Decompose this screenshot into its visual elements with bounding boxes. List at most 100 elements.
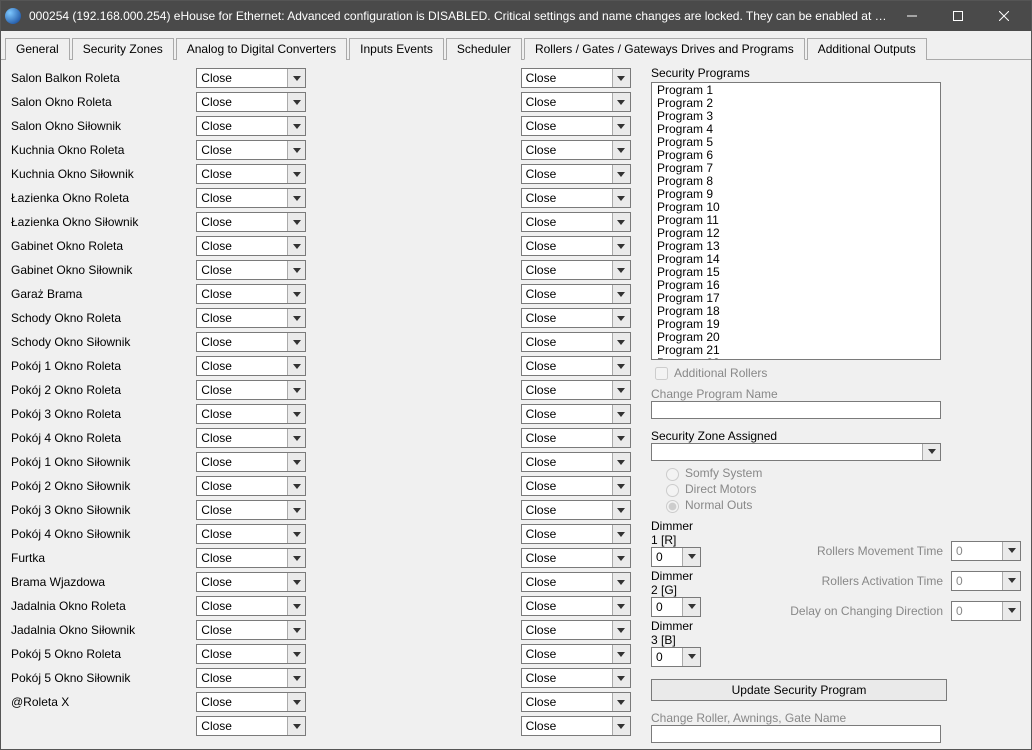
dimmer-3-label: Dimmer 3 [B] xyxy=(651,619,701,647)
roller-action-select[interactable]: Close xyxy=(196,428,306,448)
roller-action-select[interactable]: Close xyxy=(521,140,631,160)
roller-action-select[interactable]: Close xyxy=(521,404,631,424)
roller-action-select[interactable]: Close xyxy=(521,668,631,688)
roller-action-select[interactable]: Close xyxy=(521,644,631,664)
roller-label: Kuchnia Okno Siłownik xyxy=(11,162,196,186)
rollers-activation-time-label: Rollers Activation Time xyxy=(822,574,943,588)
tab-additional-outputs[interactable]: Additional Outputs xyxy=(807,38,927,60)
maximize-button[interactable] xyxy=(935,1,981,31)
dimmer-1-select[interactable]: 0 xyxy=(651,547,701,567)
roller-action-select[interactable]: Close xyxy=(196,644,306,664)
change-roller-name-input[interactable] xyxy=(651,725,941,743)
roller-action-select[interactable]: Close xyxy=(521,260,631,280)
security-programs-listbox[interactable]: Program 1Program 2Program 3Program 4Prog… xyxy=(651,82,941,360)
roller-label: Pokój 5 Okno Roleta xyxy=(11,642,196,666)
roller-action-select[interactable]: Close xyxy=(196,164,306,184)
roller-action-select[interactable]: Close xyxy=(196,620,306,640)
roller-label: @Roleta X xyxy=(11,690,196,714)
roller-action-select[interactable]: Close xyxy=(196,68,306,88)
roller-action-select[interactable]: Close xyxy=(196,308,306,328)
roller-action-select[interactable]: Close xyxy=(196,356,306,376)
roller-action-select[interactable]: Close xyxy=(521,524,631,544)
roller-action-select[interactable]: Close xyxy=(196,716,306,736)
roller-action-select[interactable]: Close xyxy=(196,692,306,712)
roller-action-select[interactable]: Close xyxy=(521,548,631,568)
dimmer-3-select[interactable]: 0 xyxy=(651,647,701,667)
security-zone-assigned-select[interactable] xyxy=(651,443,941,461)
right-panel: Security Programs Program 1Program 2Prog… xyxy=(641,66,1021,743)
roller-action-select[interactable]: Close xyxy=(196,476,306,496)
roller-action-select[interactable]: Close xyxy=(521,284,631,304)
roller-action-select[interactable]: Close xyxy=(196,140,306,160)
roller-action-select[interactable]: Close xyxy=(521,188,631,208)
tab-analog-to-digital-converters[interactable]: Analog to Digital Converters xyxy=(176,38,347,60)
roller-action-select[interactable]: Close xyxy=(196,404,306,424)
tab-general[interactable]: General xyxy=(5,38,70,60)
roller-action-select[interactable]: Close xyxy=(521,452,631,472)
additional-rollers-label: Additional Rollers xyxy=(674,366,767,380)
roller-action-select[interactable]: Close xyxy=(521,116,631,136)
dimmer-2-label: Dimmer 2 [G] xyxy=(651,569,701,597)
roller-action-select[interactable]: Close xyxy=(521,500,631,520)
update-security-program-button[interactable]: Update Security Program xyxy=(651,679,947,701)
dimmer-1-label: Dimmer 1 [R] xyxy=(651,519,701,547)
roller-label: Pokój 4 Okno Roleta xyxy=(11,426,196,450)
roller-action-select[interactable]: Close xyxy=(521,476,631,496)
roller-label: Pokój 1 Okno Roleta xyxy=(11,354,196,378)
security-programs-label: Security Programs xyxy=(651,66,1021,80)
program-item[interactable]: Program 22 xyxy=(653,357,939,360)
roller-action-select[interactable]: Close xyxy=(196,116,306,136)
roller-action-select[interactable]: Close xyxy=(521,716,631,736)
tab-content: Salon Balkon RoletaSalon Okno RoletaSalo… xyxy=(1,60,1031,749)
roller-action-select[interactable]: Close xyxy=(196,332,306,352)
app-window: 000254 (192.168.000.254) eHouse for Ethe… xyxy=(0,0,1032,750)
tab-bar: GeneralSecurity ZonesAnalog to Digital C… xyxy=(1,31,1031,60)
roller-action-select[interactable]: Close xyxy=(521,212,631,232)
roller-action-select[interactable]: Close xyxy=(521,428,631,448)
change-program-name-input[interactable] xyxy=(651,401,941,419)
roller-action-select[interactable]: Close xyxy=(521,236,631,256)
close-button[interactable] xyxy=(981,1,1027,31)
dimmer-2-select[interactable]: 0 xyxy=(651,597,701,617)
roller-action-select[interactable]: Close xyxy=(521,308,631,328)
additional-rollers-checkbox xyxy=(655,367,668,380)
roller-action-select[interactable]: Close xyxy=(196,668,306,688)
roller-action-select[interactable]: Close xyxy=(521,620,631,640)
tab-security-zones[interactable]: Security Zones xyxy=(72,38,174,60)
roller-action-select[interactable]: Close xyxy=(521,692,631,712)
roller-action-select[interactable]: Close xyxy=(521,332,631,352)
roller-action-select[interactable]: Close xyxy=(196,548,306,568)
roller-label: Salon Okno Roleta xyxy=(11,90,196,114)
roller-action-select[interactable]: Close xyxy=(196,380,306,400)
window-title: 000254 (192.168.000.254) eHouse for Ethe… xyxy=(29,9,889,23)
roller-action-select[interactable]: Close xyxy=(521,92,631,112)
roller-label: Pokój 3 Okno Siłownik xyxy=(11,498,196,522)
roller-label: Kuchnia Okno Roleta xyxy=(11,138,196,162)
roller-action-select[interactable]: Close xyxy=(196,452,306,472)
tab-scheduler[interactable]: Scheduler xyxy=(446,38,522,60)
minimize-button[interactable] xyxy=(889,1,935,31)
change-roller-name-label: Change Roller, Awnings, Gate Name xyxy=(651,711,1021,725)
tab-rollers-gates-gateways-drives-and-programs[interactable]: Rollers / Gates / Gateways Drives and Pr… xyxy=(524,38,805,60)
roller-action-select[interactable]: Close xyxy=(196,92,306,112)
roller-action-select[interactable]: Close xyxy=(521,68,631,88)
roller-action-select[interactable]: Close xyxy=(196,212,306,232)
roller-label: Gabinet Okno Siłownik xyxy=(11,258,196,282)
roller-action-select[interactable]: Close xyxy=(196,188,306,208)
roller-action-select[interactable]: Close xyxy=(521,380,631,400)
roller-action-select[interactable]: Close xyxy=(521,596,631,616)
roller-action-select[interactable]: Close xyxy=(196,524,306,544)
roller-action-select[interactable]: Close xyxy=(196,500,306,520)
roller-label: Pokój 4 Okno Siłownik xyxy=(11,522,196,546)
roller-action-select[interactable]: Close xyxy=(521,164,631,184)
roller-action-select[interactable]: Close xyxy=(521,356,631,376)
normal-outs-radio xyxy=(666,500,679,513)
roller-action-select[interactable]: Close xyxy=(196,236,306,256)
tab-inputs-events[interactable]: Inputs Events xyxy=(349,38,444,60)
rollers-activation-time-select: 0 xyxy=(951,571,1021,591)
roller-action-select[interactable]: Close xyxy=(196,284,306,304)
roller-action-select[interactable]: Close xyxy=(521,572,631,592)
roller-action-select[interactable]: Close xyxy=(196,260,306,280)
roller-action-select[interactable]: Close xyxy=(196,596,306,616)
roller-action-select[interactable]: Close xyxy=(196,572,306,592)
